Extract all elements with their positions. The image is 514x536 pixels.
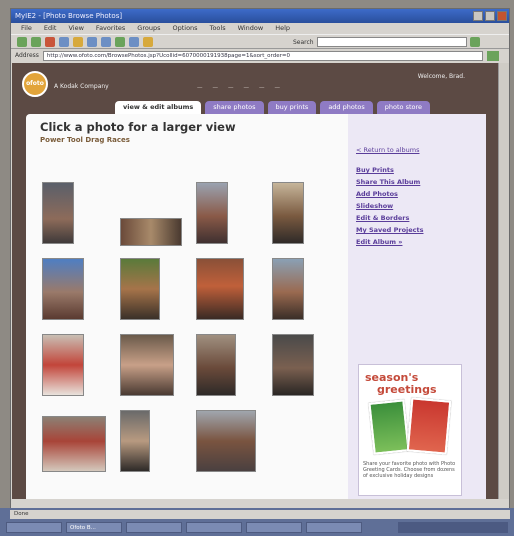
taskbar-task[interactable]: Ofoto B...	[66, 522, 122, 533]
photo-thumbnail[interactable]	[120, 334, 174, 396]
edit-borders-link[interactable]: Edit & Borders	[356, 212, 424, 224]
top-nav-link[interactable]: —	[197, 85, 203, 91]
tab-share-photos[interactable]: share photos	[205, 101, 264, 114]
album-title: Power Tool Drag Races	[40, 136, 130, 144]
menu-edit[interactable]: Edit	[44, 23, 57, 34]
photo-thumbnail[interactable]	[272, 258, 304, 320]
system-tray	[398, 522, 508, 533]
top-nav-link[interactable]: —	[213, 85, 219, 91]
photo-thumbnail[interactable]	[42, 182, 74, 244]
photo-thumbnail[interactable]	[42, 258, 84, 320]
address-bar: Address http://www.ofoto.com/BrowsePhoto…	[11, 49, 509, 62]
status-bar: Done	[10, 510, 510, 519]
print-icon[interactable]	[115, 36, 125, 47]
edit-album-link[interactable]: Edit Album »	[356, 236, 424, 248]
ofoto-logo[interactable]: ofoto	[22, 71, 48, 97]
stop-icon[interactable]	[45, 36, 55, 47]
photo-thumbnail[interactable]	[196, 258, 244, 320]
folder-icon[interactable]	[143, 36, 153, 47]
go-button[interactable]	[486, 50, 499, 61]
add-photos-link[interactable]: Add Photos	[356, 188, 424, 200]
top-nav-link[interactable]: —	[228, 85, 234, 91]
taskbar-task[interactable]	[126, 522, 182, 533]
menu-tools[interactable]: Tools	[210, 23, 226, 34]
back-icon[interactable]	[17, 36, 27, 47]
promo-text: Share your favorite photo with Photo Gre…	[363, 461, 456, 479]
content-panel: Click a photo for a larger view Power To…	[26, 114, 486, 499]
window-controls	[473, 11, 507, 21]
share-album-link[interactable]: Share This Album	[356, 176, 424, 188]
photo-thumbnail[interactable]	[196, 182, 228, 244]
photo-thumbnail[interactable]	[196, 410, 256, 472]
top-nav-link[interactable]: —	[275, 85, 281, 91]
menu-view[interactable]: View	[68, 23, 83, 34]
photo-thumbnail[interactable]	[120, 258, 160, 320]
tab-add-photos[interactable]: add photos	[320, 101, 373, 114]
top-nav-link[interactable]: —	[244, 85, 250, 91]
photo-thumbnail[interactable]	[272, 334, 314, 396]
site-tabs: view & edit albums share photos buy prin…	[115, 101, 431, 114]
tab-buy-prints[interactable]: buy prints	[267, 101, 317, 114]
taskbar-task[interactable]	[246, 522, 302, 533]
welcome-text: Welcome, Brad.	[417, 73, 465, 80]
maximize-button[interactable]	[485, 11, 495, 21]
favorites-icon[interactable]	[87, 36, 97, 47]
photo-thumbnail[interactable]	[42, 416, 106, 472]
close-button[interactable]	[497, 11, 507, 21]
address-input[interactable]: http://www.ofoto.com/BrowsePhotos.jsp?Uc…	[42, 50, 483, 61]
browser-window: MyIE2 - [Photo Browse Photos] File Edit …	[10, 8, 510, 510]
mail-icon[interactable]	[129, 36, 139, 47]
home-icon[interactable]	[73, 36, 83, 47]
menu-favorites[interactable]: Favorites	[96, 23, 125, 34]
album-sidebar: < Return to albums Buy Prints Share This…	[348, 114, 486, 499]
address-label: Address	[15, 52, 39, 59]
search-go-icon[interactable]	[469, 37, 480, 47]
search-input[interactable]	[316, 37, 467, 47]
history-icon[interactable]	[101, 36, 111, 47]
menu-window[interactable]: Window	[238, 23, 264, 34]
return-to-albums-link[interactable]: < Return to albums	[356, 144, 424, 156]
menu-options[interactable]: Options	[172, 23, 197, 34]
menu-help[interactable]: Help	[275, 23, 290, 34]
page-title: Click a photo for a larger view	[40, 120, 236, 134]
web-page: ofoto A Kodak Company Welcome, Brad. — —…	[12, 63, 499, 499]
top-nav: — — — — — —	[197, 85, 280, 91]
tab-photo-store[interactable]: photo store	[376, 101, 431, 114]
top-nav-link[interactable]: —	[259, 85, 265, 91]
taskbar-task[interactable]	[306, 522, 362, 533]
photo-thumbnail[interactable]	[120, 218, 182, 246]
vertical-scrollbar[interactable]	[498, 63, 509, 499]
forward-icon[interactable]	[31, 36, 41, 47]
taskbar-task[interactable]	[6, 522, 62, 533]
menu-file[interactable]: File	[21, 23, 32, 34]
greetings-promo[interactable]: season's greetings Share your favorite p…	[358, 364, 462, 496]
promo-heading-line2: greetings	[377, 383, 437, 396]
menu-groups[interactable]: Groups	[137, 23, 160, 34]
photo-thumbnail[interactable]	[272, 182, 304, 244]
saved-projects-link[interactable]: My Saved Projects	[356, 224, 424, 236]
photo-thumbnail[interactable]	[42, 334, 84, 396]
title-bar: MyIE2 - [Photo Browse Photos]	[11, 9, 509, 23]
refresh-icon[interactable]	[59, 36, 69, 47]
greeting-card-image	[368, 399, 410, 455]
minimize-button[interactable]	[473, 11, 483, 21]
taskbar-task[interactable]	[186, 522, 242, 533]
album-actions: < Return to albums Buy Prints Share This…	[356, 144, 424, 248]
window-title: MyIE2 - [Photo Browse Photos]	[15, 12, 123, 20]
photo-thumbnail[interactable]	[196, 334, 236, 396]
buy-prints-link[interactable]: Buy Prints	[356, 164, 424, 176]
menu-bar: File Edit View Favorites Groups Options …	[11, 23, 509, 34]
greeting-card-image	[406, 397, 452, 455]
photo-thumbnail[interactable]	[120, 410, 150, 472]
taskbar-tasks: Ofoto B...	[6, 522, 362, 533]
search-label: Search	[293, 38, 314, 46]
toolbar: Search	[11, 34, 509, 49]
company-tagline: A Kodak Company	[54, 83, 109, 90]
slideshow-link[interactable]: Slideshow	[356, 200, 424, 212]
search-area: Search	[293, 37, 480, 47]
tab-view-edit-albums[interactable]: view & edit albums	[115, 101, 202, 114]
